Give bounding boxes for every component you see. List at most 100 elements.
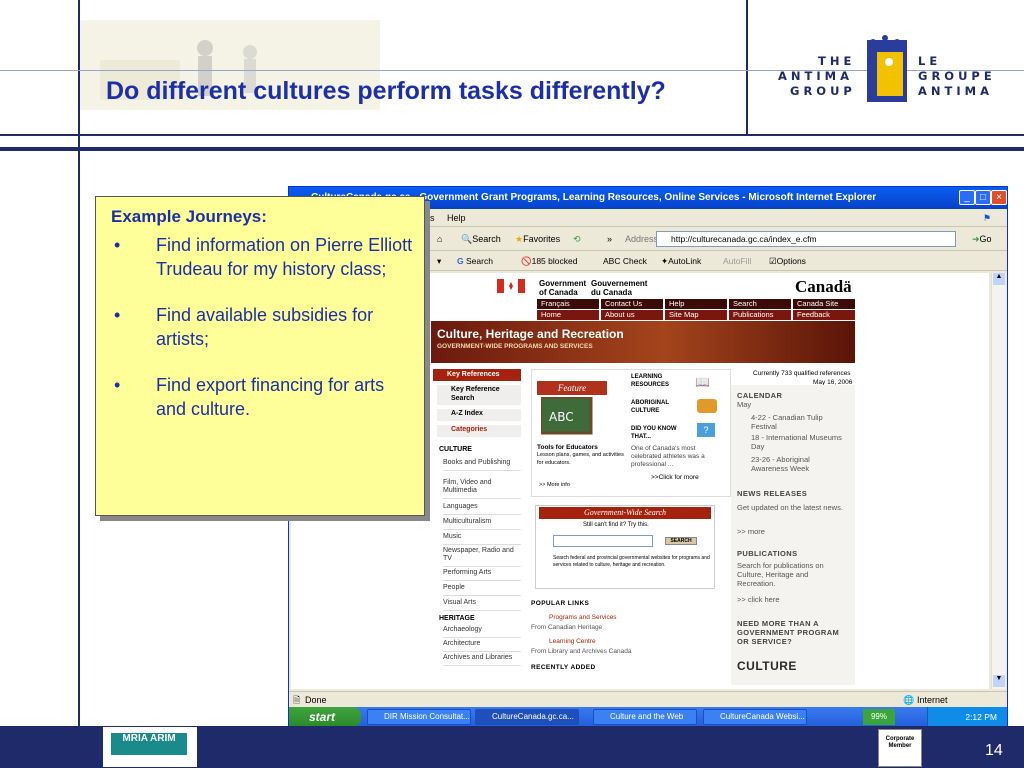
logo-word: ANTIMA	[918, 84, 993, 98]
bullet-marker: •	[114, 235, 121, 255]
learning-resources-link[interactable]: LEARNING RESOURCES	[631, 373, 691, 389]
gws-description: Search federal and provincial government…	[553, 555, 710, 568]
gws-search-button[interactable]: SEARCH	[665, 537, 697, 545]
options-button[interactable]: ☑Options	[769, 251, 806, 271]
start-button[interactable]: start	[289, 707, 361, 727]
go-label: Go	[979, 234, 992, 244]
autolink-label: AutoLink	[668, 256, 702, 266]
tray-clock[interactable]: 2:12 PM	[965, 712, 997, 722]
gws-search-input[interactable]	[553, 535, 653, 547]
news-releases-text: Get updated on the latest news.	[737, 503, 843, 512]
category-link[interactable]: Archives and Libraries	[443, 654, 521, 666]
book-icon: 📖	[695, 375, 710, 389]
banner-subtitle: GOVERNMENT-WIDE PROGRAMS AND SERVICES	[437, 343, 593, 350]
dropdown-arrow-icon[interactable]: ▾	[437, 251, 441, 271]
category-link[interactable]: Music	[443, 533, 521, 545]
category-link[interactable]: Multiculturalism	[443, 518, 521, 530]
popular-link-source: From Canadian Heritage	[531, 624, 603, 631]
nav-contact-us[interactable]: Contact Us	[601, 299, 663, 309]
google-search-label: Search	[466, 256, 493, 266]
divider-vertical-left	[78, 0, 80, 768]
calendar-month: May	[737, 400, 752, 409]
popular-links-heading: POPULAR LINKS	[531, 600, 590, 607]
nav-francais[interactable]: Français	[537, 299, 599, 309]
nav-publications[interactable]: Publications	[729, 310, 791, 320]
taskbar-item[interactable]: Culture and the Web	[593, 709, 697, 725]
corporate-member-badge: Corporate Member	[878, 729, 922, 767]
journey-item: • Find export financing for arts and cult…	[106, 373, 414, 421]
news-releases-heading: NEWS RELEASES	[737, 489, 808, 498]
calendar-event[interactable]: 4-22 - Canadian Tulip Festival	[751, 413, 847, 431]
category-link[interactable]: Books and Publishing	[443, 459, 521, 471]
logo-word: ANTIMA	[778, 69, 853, 83]
scroll-up-arrow-icon[interactable]: ▲	[993, 273, 1005, 285]
nav-site-map[interactable]: Site Map	[665, 310, 727, 320]
google-search-button[interactable]: G Search	[457, 251, 493, 271]
home-icon[interactable]: ⌂	[437, 227, 442, 251]
category-link[interactable]: Newspaper, Radio and TV	[443, 547, 521, 567]
zoom-indicator[interactable]: 99%	[863, 709, 895, 725]
taskbar-item[interactable]: DIR Mission Consultat...	[367, 709, 471, 725]
nav-canada-site[interactable]: Canada Site	[793, 299, 855, 309]
category-link[interactable]: Languages	[443, 503, 521, 515]
maximize-button[interactable]: □	[975, 190, 991, 205]
mria-logo: MRIA ARIM	[103, 727, 197, 767]
scroll-down-arrow-icon[interactable]: ▼	[993, 675, 1005, 687]
journey-text: Find export financing for arts and cultu…	[156, 375, 385, 419]
menu-item-help[interactable]: Help	[447, 209, 466, 227]
popular-link-source: From Library and Archives Canada	[531, 648, 632, 655]
click-for-more-link[interactable]: >>Click for more	[651, 473, 699, 482]
recently-added-heading: RECENTLY ADDED	[531, 664, 596, 671]
category-link[interactable]: People	[443, 584, 521, 596]
category-link[interactable]: Film, Video and Multimedia	[443, 479, 521, 499]
bullet-marker: •	[114, 375, 121, 395]
popular-link-learning-centre[interactable]: Learning Centre	[549, 637, 596, 646]
close-button[interactable]: ×	[991, 190, 1007, 205]
category-link[interactable]: Archaeology	[443, 626, 521, 638]
page-icon: 🗎	[293, 695, 301, 705]
favorites-label: Favorites	[523, 234, 561, 244]
popular-link-programs[interactable]: Programs and Services	[549, 613, 617, 622]
globe-icon: 🌐	[903, 695, 915, 705]
note-title: Example Journeys:	[111, 207, 267, 226]
calendar-event[interactable]: 23-26 - Aboriginal Awareness Week	[751, 455, 847, 473]
page-number: 14	[985, 742, 1003, 759]
spell-check-button[interactable]: ABC Check	[603, 251, 647, 271]
category-link[interactable]: Performing Arts	[443, 569, 521, 581]
category-link[interactable]: Architecture	[443, 640, 521, 652]
search-toolbar-button[interactable]: 🔍Search	[461, 227, 501, 251]
check-label: Check	[622, 256, 647, 266]
antima-group-logo: THE ANTIMA GROUP LE GROUPE ANTIMA	[778, 34, 1008, 114]
autofill-button[interactable]: AutoFill	[723, 251, 751, 271]
nav-search[interactable]: Search	[729, 299, 791, 309]
taskbar-item-active[interactable]: CultureCanada.gc.ca...	[475, 709, 579, 725]
key-reference-search-link[interactable]: Key Reference Search	[437, 385, 521, 405]
favorites-button[interactable]: ★Favorites	[515, 227, 560, 251]
history-icon[interactable]: ⟲	[573, 227, 581, 251]
a-z-index-link[interactable]: A-Z Index	[437, 409, 521, 421]
did-you-know-heading: DID YOU KNOW THAT...	[631, 426, 677, 440]
category-link[interactable]: Visual Arts	[443, 599, 521, 611]
go-button[interactable]: ➜Go	[972, 227, 992, 251]
autolink-button[interactable]: ✦AutoLink	[661, 251, 701, 271]
calendar-event[interactable]: 18 - International Museums Day	[751, 433, 847, 451]
vertical-scrollbar[interactable]: ▲ ▼	[991, 273, 1006, 689]
news-more-link[interactable]: >> more	[737, 527, 765, 536]
nav-about-us[interactable]: About us	[601, 310, 663, 320]
nav-help[interactable]: Help	[665, 299, 727, 309]
minimize-button[interactable]: _	[959, 190, 975, 205]
publications-click-here-link[interactable]: >> click here	[737, 595, 780, 604]
nav-feedback[interactable]: Feedback	[793, 310, 855, 320]
more-chevron-icon[interactable]: »	[607, 227, 612, 251]
gws-subtitle: Still can't find it? Try this.	[583, 522, 649, 528]
publications-heading: PUBLICATIONS	[737, 549, 798, 558]
aboriginal-culture-link[interactable]: ABORIGINAL CULTURE	[631, 399, 691, 415]
popup-blocker-button[interactable]: 🚫185 blocked	[521, 251, 577, 271]
taskbar-item[interactable]: CultureCanada Websi...	[703, 709, 807, 725]
nav-home[interactable]: Home	[537, 310, 599, 320]
categories-link[interactable]: Categories	[437, 425, 521, 437]
key-references-tab[interactable]: Key References	[433, 369, 521, 381]
more-info-link[interactable]: >> More info	[539, 481, 570, 490]
address-input[interactable]: http://culturecanada.gc.ca/index_e.cfm	[656, 231, 956, 247]
corporate-member-label: Corporate Member	[885, 736, 915, 749]
